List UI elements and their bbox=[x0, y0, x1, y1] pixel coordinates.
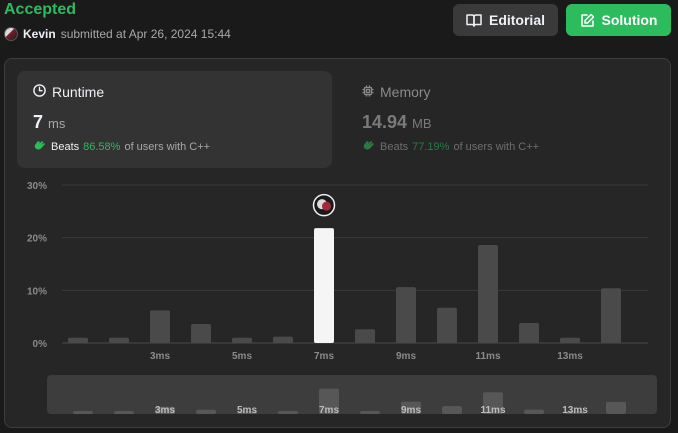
navigator-tick-label: 13ms bbox=[562, 405, 588, 416]
navigator-tick-label: 3ms bbox=[155, 405, 175, 416]
chart-bar[interactable] bbox=[437, 307, 457, 343]
avatar-accent bbox=[322, 201, 331, 211]
chart-bar[interactable] bbox=[601, 288, 621, 343]
navigator-bar bbox=[278, 411, 298, 414]
chart-bar[interactable] bbox=[150, 310, 170, 343]
y-tick-label: 20% bbox=[27, 234, 47, 245]
navigator-bar bbox=[73, 411, 93, 414]
runtime-distribution-chart: 30% 20% 10% 0% 3ms 5ms 7ms 9ms 11ms 13ms 3ms 5ms 7ms… bbox=[27, 181, 657, 416]
navigator-tick-label: 9ms bbox=[401, 405, 421, 416]
navigator-tick-label: 11ms bbox=[480, 405, 505, 416]
x-tick-label: 3ms bbox=[150, 351, 170, 362]
navigator-tick-label: 7ms bbox=[319, 405, 339, 416]
navigator-bar bbox=[196, 409, 216, 414]
x-tick-label: 11ms bbox=[475, 351, 500, 362]
chart-bar[interactable] bbox=[273, 336, 293, 343]
chart-bar[interactable] bbox=[355, 329, 375, 343]
chart-bar[interactable] bbox=[191, 324, 211, 343]
y-tick-label: 30% bbox=[27, 181, 47, 192]
chart-bar[interactable] bbox=[560, 337, 580, 343]
x-tick-label: 9ms bbox=[396, 351, 416, 362]
chart-bar[interactable] bbox=[314, 228, 334, 343]
x-tick-label: 13ms bbox=[557, 351, 583, 362]
navigator-bar bbox=[360, 410, 380, 414]
y-tick-label: 0% bbox=[33, 339, 48, 350]
navigator-bar bbox=[524, 409, 544, 414]
y-tick-label: 10% bbox=[27, 286, 47, 297]
x-tick-label: 7ms bbox=[314, 351, 334, 362]
chart-bar[interactable] bbox=[396, 287, 416, 343]
chart-bar[interactable] bbox=[519, 322, 539, 343]
navigator-bar bbox=[606, 401, 626, 414]
chart-bar[interactable] bbox=[68, 337, 88, 343]
navigator-bar bbox=[114, 411, 134, 414]
navigator-tick-label: 5ms bbox=[237, 405, 257, 416]
chart-bar[interactable] bbox=[232, 337, 252, 343]
x-tick-label: 5ms bbox=[232, 351, 252, 362]
chart-bar[interactable] bbox=[478, 245, 498, 343]
navigator-bar bbox=[442, 406, 462, 414]
chart-bar[interactable] bbox=[109, 337, 129, 343]
